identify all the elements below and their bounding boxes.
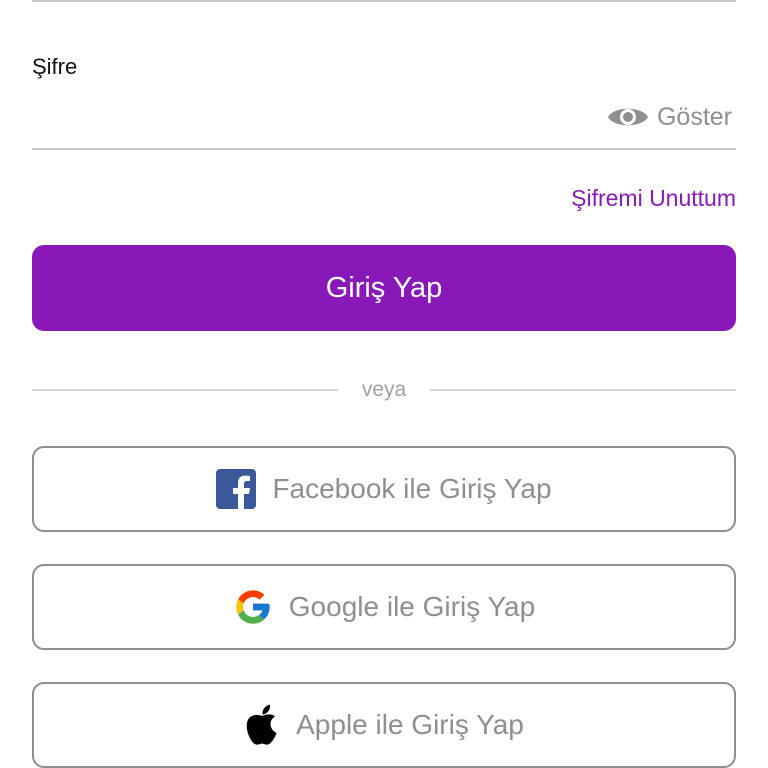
password-label: Şifre: [32, 54, 78, 79]
eye-icon: [607, 102, 649, 132]
apple-icon: [244, 704, 280, 746]
facebook-login-label: Facebook ile Giriş Yap: [272, 473, 552, 504]
login-button[interactable]: Giriş Yap: [32, 245, 736, 331]
google-icon: [233, 587, 273, 627]
google-login-button[interactable]: Google ile Giriş Yap: [32, 564, 736, 650]
or-divider-left: [32, 389, 338, 391]
facebook-login-button[interactable]: Facebook ile Giriş Yap: [32, 446, 736, 532]
apple-login-button[interactable]: Apple ile Giriş Yap: [32, 682, 736, 768]
show-password-label: Göster: [656, 102, 732, 131]
forgot-password-link[interactable]: Şifremi Unuttum: [571, 183, 736, 213]
show-password-toggle[interactable]: Göster: [607, 97, 732, 137]
password-underline: [32, 148, 736, 150]
apple-login-label: Apple ile Giriş Yap: [296, 709, 524, 740]
google-login-label: Google ile Giriş Yap: [288, 591, 536, 622]
or-divider-right: [430, 389, 736, 391]
facebook-icon: [216, 469, 257, 509]
or-divider-label: veya: [361, 378, 407, 401]
top-divider: [32, 0, 736, 2]
